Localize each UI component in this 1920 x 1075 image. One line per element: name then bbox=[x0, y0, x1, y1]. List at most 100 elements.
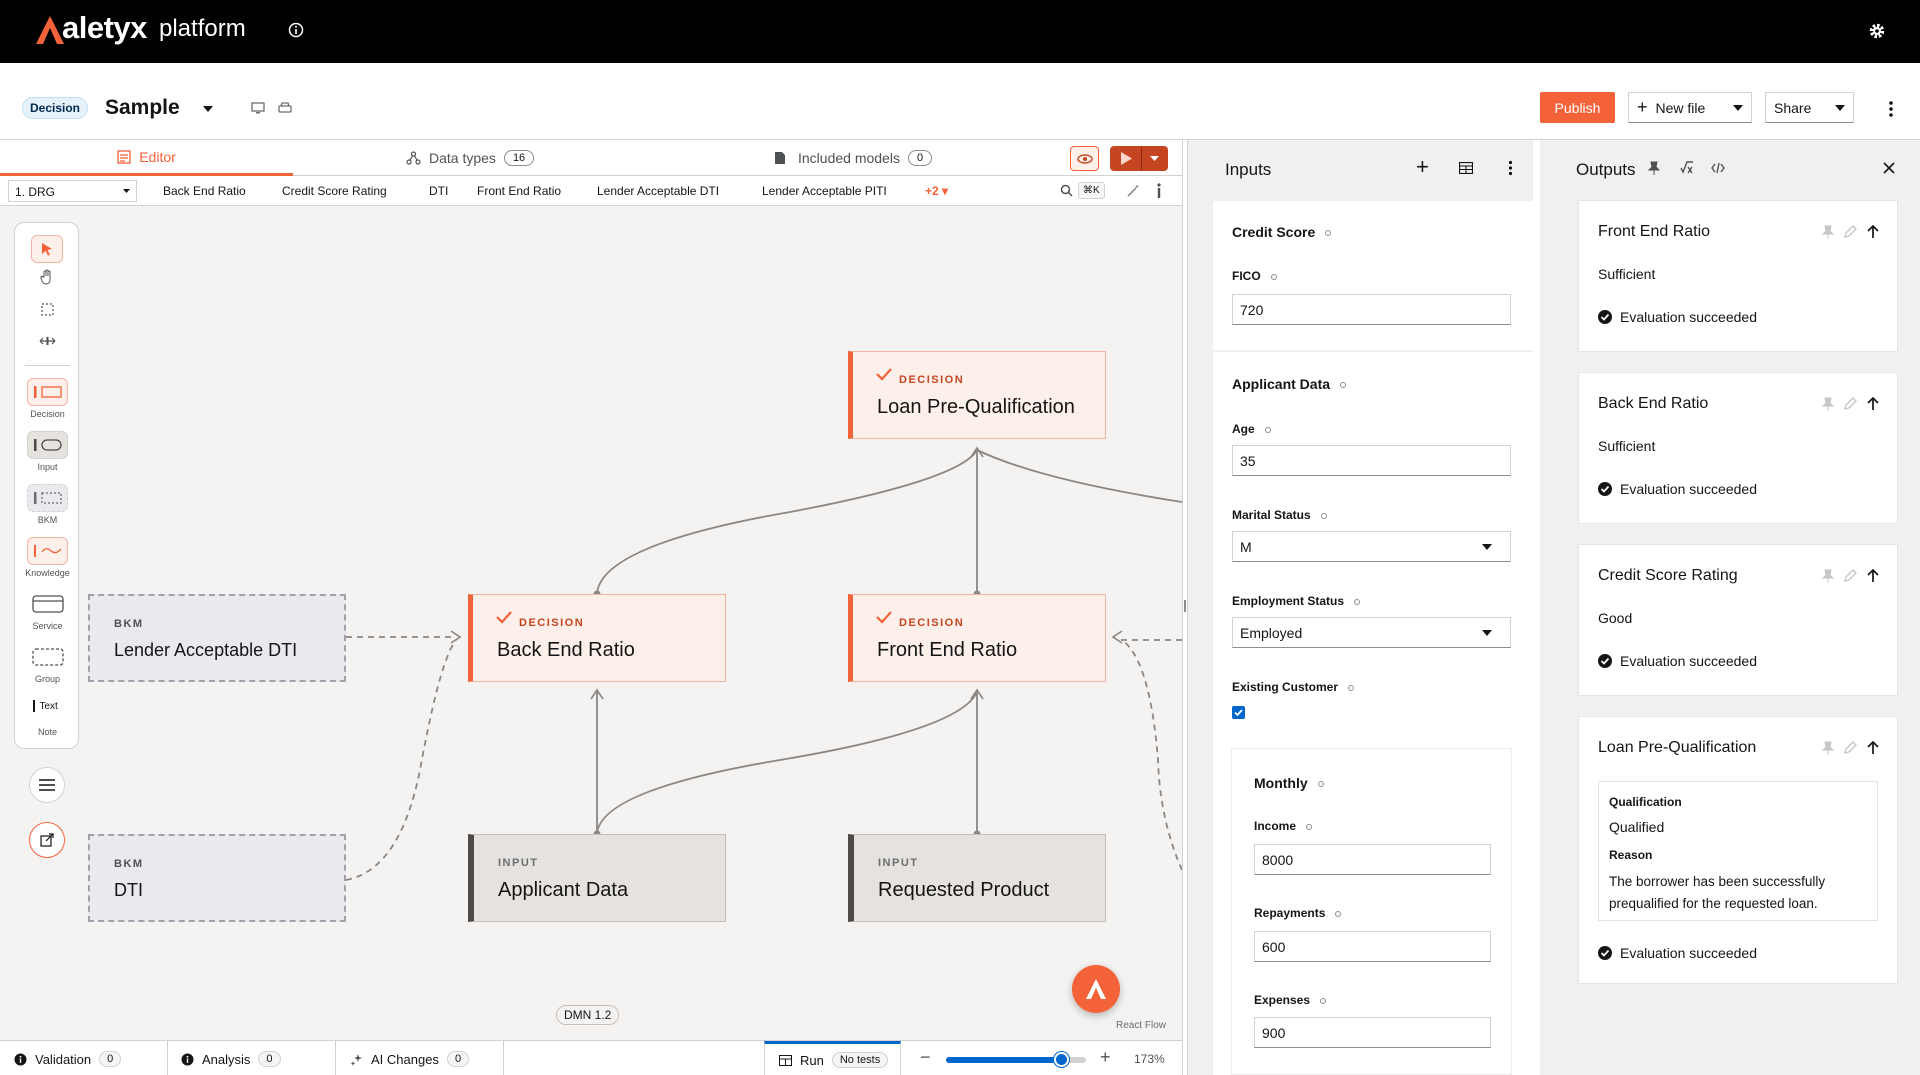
node-lender-acceptable-dti[interactable]: BKM Lender Acceptable DTI bbox=[88, 594, 346, 682]
income-label: Income bbox=[1254, 819, 1313, 833]
node-name: Applicant Data bbox=[498, 879, 629, 901]
expenses-input[interactable] bbox=[1254, 1017, 1491, 1048]
table-icon[interactable] bbox=[1459, 162, 1473, 174]
output-card-loan-pre-qualification: Loan Pre-Qualification Qualification Qua… bbox=[1578, 716, 1898, 984]
info-dot-icon bbox=[1335, 910, 1342, 917]
add-input-button[interactable]: + bbox=[1416, 154, 1429, 180]
zoom-slider-thumb[interactable] bbox=[1053, 1052, 1069, 1067]
info-dot-icon bbox=[1325, 230, 1332, 237]
node-name: Front End Ratio bbox=[877, 639, 1018, 661]
node-dti[interactable]: BKM DTI bbox=[88, 834, 346, 922]
tests-status: No tests bbox=[831, 1052, 889, 1068]
pencil-icon[interactable] bbox=[1844, 741, 1857, 754]
validation-count: 0 bbox=[99, 1051, 122, 1067]
node-kind: DECISION bbox=[899, 374, 965, 386]
ai-changes-tab[interactable]: AI Changes 0 bbox=[350, 1051, 470, 1067]
zoom-slider-fill bbox=[946, 1057, 1061, 1063]
pencil-icon[interactable] bbox=[1844, 397, 1857, 410]
arrow-up-icon[interactable] bbox=[1867, 569, 1879, 583]
pin-icon[interactable] bbox=[1648, 161, 1660, 175]
validation-label: Validation bbox=[35, 1051, 92, 1067]
analysis-count: 0 bbox=[258, 1051, 281, 1067]
info-circle-icon bbox=[181, 1053, 194, 1065]
edge-back-to-loan bbox=[596, 449, 978, 595]
caret-down-icon bbox=[1482, 630, 1492, 636]
edge-offscreen-to-loan bbox=[976, 449, 1182, 503]
node-loan-pre-qualification[interactable]: DECISION Loan Pre-Qualification bbox=[848, 351, 1106, 439]
output-structure: Qualification Qualified Reason The borro… bbox=[1598, 781, 1878, 921]
kebab-icon[interactable] bbox=[1888, 100, 1894, 118]
function-icon[interactable] bbox=[1680, 161, 1694, 175]
pin-icon[interactable] bbox=[1822, 569, 1834, 583]
zoom-slider[interactable] bbox=[946, 1052, 1086, 1067]
node-back-end-ratio[interactable]: DECISION Back End Ratio bbox=[468, 594, 726, 682]
pencil-icon[interactable] bbox=[1844, 569, 1857, 582]
splitter-handle[interactable] bbox=[1184, 600, 1186, 612]
new-file-button[interactable]: + New file bbox=[1628, 92, 1752, 123]
kebab-icon[interactable] bbox=[1508, 160, 1513, 176]
caret-down-icon bbox=[1733, 104, 1743, 111]
check-circle-icon bbox=[1598, 654, 1612, 668]
age-input[interactable] bbox=[1232, 445, 1511, 476]
fico-input[interactable] bbox=[1232, 294, 1511, 325]
divider bbox=[335, 1041, 336, 1075]
aletyx-logo-icon bbox=[1086, 979, 1106, 999]
marital-status-select[interactable]: M bbox=[1232, 531, 1511, 562]
output-title: Loan Pre-Qualification bbox=[1598, 739, 1757, 756]
pin-icon[interactable] bbox=[1822, 397, 1834, 411]
pin-icon[interactable] bbox=[1822, 741, 1834, 755]
info-dot-icon bbox=[1320, 997, 1327, 1004]
node-name: DTI bbox=[114, 880, 143, 900]
publish-button[interactable]: Publish bbox=[1540, 92, 1615, 123]
assistant-button[interactable] bbox=[1072, 965, 1120, 1013]
ai-changes-label: AI Changes bbox=[371, 1051, 439, 1067]
code-icon[interactable] bbox=[1711, 161, 1725, 175]
output-card-front-end-ratio: Front End Ratio Sufficient Evaluation su… bbox=[1578, 200, 1898, 352]
info-dot-icon bbox=[1270, 273, 1277, 280]
info-dot-icon bbox=[1340, 382, 1347, 389]
arrow-up-icon[interactable] bbox=[1867, 741, 1879, 755]
info-dot-icon bbox=[1317, 781, 1324, 788]
repayments-input[interactable] bbox=[1254, 931, 1491, 962]
employment-status-select[interactable]: Employed bbox=[1232, 617, 1511, 648]
zoom-out-button[interactable]: − bbox=[920, 1047, 931, 1068]
react-flow-attribution[interactable]: React Flow bbox=[1116, 1020, 1166, 1031]
marital-status-value: M bbox=[1240, 539, 1252, 555]
check-icon bbox=[496, 611, 512, 624]
plus-icon: + bbox=[1637, 97, 1648, 117]
zoom-in-button[interactable]: + bbox=[1100, 1047, 1111, 1068]
node-kind: INPUT bbox=[878, 857, 919, 869]
validation-tab[interactable]: Validation 0 bbox=[14, 1051, 122, 1067]
share-button[interactable]: Share bbox=[1765, 92, 1854, 123]
node-applicant-data[interactable]: INPUT Applicant Data bbox=[468, 834, 726, 922]
zoom-level: 173% bbox=[1134, 1052, 1165, 1066]
node-kind: BKM bbox=[114, 858, 144, 870]
arrow-up-icon[interactable] bbox=[1867, 225, 1879, 239]
node-front-end-ratio[interactable]: DECISION Front End Ratio bbox=[848, 594, 1106, 682]
node-requested-product[interactable]: INPUT Requested Product bbox=[848, 834, 1106, 922]
node-name: Lender Acceptable DTI bbox=[114, 640, 298, 660]
node-kind: DECISION bbox=[899, 617, 965, 629]
output-value: Sufficient bbox=[1598, 438, 1656, 454]
credit-score-label: Credit Score bbox=[1232, 224, 1332, 240]
income-input[interactable] bbox=[1254, 844, 1491, 875]
analysis-label: Analysis bbox=[202, 1051, 251, 1067]
dmn-version-badge: DMN 1.2 bbox=[556, 1005, 620, 1025]
status-bar: Validation 0 Analysis 0 AI Changes 0 Run… bbox=[0, 1040, 1182, 1075]
output-status: Evaluation succeeded bbox=[1598, 309, 1757, 325]
info-dot-icon bbox=[1264, 426, 1271, 433]
divider bbox=[503, 1041, 504, 1075]
arrow-up-icon[interactable] bbox=[1867, 397, 1879, 411]
pin-icon[interactable] bbox=[1822, 225, 1834, 239]
output-card-back-end-ratio: Back End Ratio Sufficient Evaluation suc… bbox=[1578, 372, 1898, 524]
existing-customer-checkbox[interactable] bbox=[1232, 706, 1245, 719]
check-icon bbox=[876, 611, 892, 624]
run-tab[interactable]: Run No tests bbox=[764, 1041, 901, 1075]
close-icon[interactable] bbox=[1883, 162, 1895, 174]
check-circle-icon bbox=[1598, 482, 1612, 496]
fico-label: FICO bbox=[1232, 269, 1277, 283]
pencil-icon[interactable] bbox=[1844, 225, 1857, 238]
analysis-tab[interactable]: Analysis 0 bbox=[181, 1051, 281, 1067]
output-status: Evaluation succeeded bbox=[1598, 481, 1757, 497]
gear-icon[interactable] bbox=[1868, 22, 1886, 40]
